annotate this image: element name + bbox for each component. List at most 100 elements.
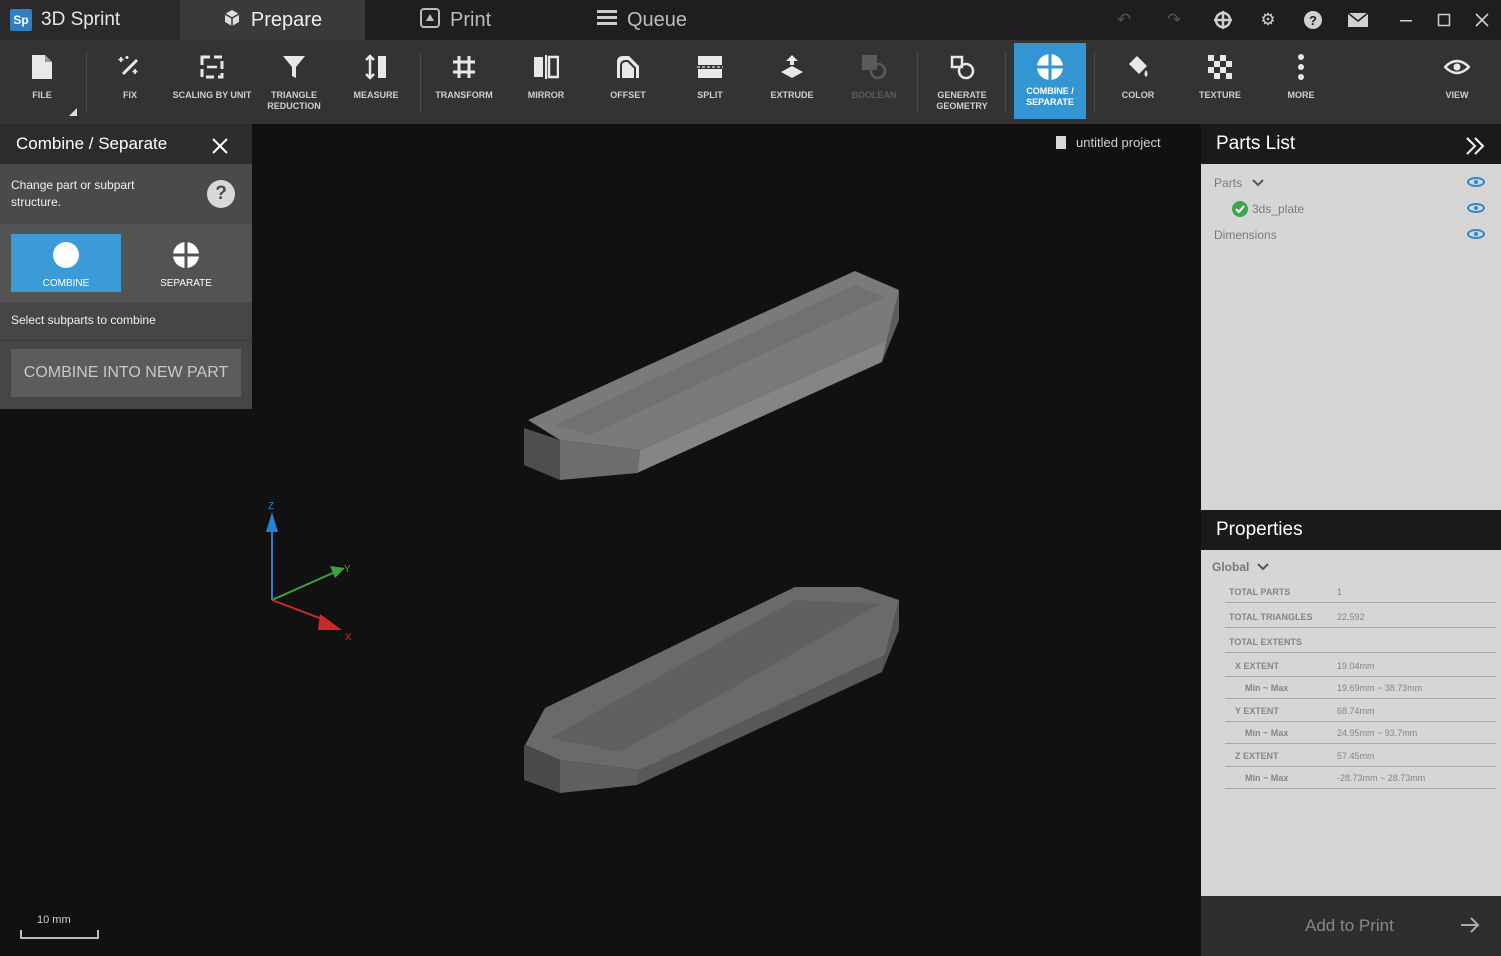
parts-group-toggle[interactable]: Parts bbox=[1214, 176, 1264, 190]
generate-geometry-icon bbox=[947, 52, 977, 82]
tool-triangle-reduction[interactable]: TRIANGLE REDUCTION bbox=[259, 40, 329, 124]
instruction-row: Select subparts to combine bbox=[0, 302, 252, 340]
parts-list: Parts 3ds_plate Dimensions bbox=[1201, 164, 1501, 510]
app-logo: Sp 3D Sprint bbox=[0, 0, 180, 40]
property-value: 19.04mm bbox=[1337, 661, 1375, 671]
crosshair-icon[interactable] bbox=[1211, 8, 1235, 32]
extrude-icon bbox=[777, 52, 807, 82]
viewport-3d[interactable]: Z Y X bbox=[252, 124, 1201, 956]
properties-title: Properties bbox=[1216, 519, 1303, 540]
redo-icon[interactable]: ↷ bbox=[1162, 8, 1186, 32]
property-value: 68.74mm bbox=[1337, 706, 1375, 716]
scale-icon bbox=[197, 52, 227, 82]
add-to-print-button[interactable]: Add to Print bbox=[1201, 896, 1501, 956]
property-key: X EXTENT bbox=[1235, 661, 1280, 671]
dimensions-visibility-eye-icon[interactable] bbox=[1467, 229, 1485, 239]
property-key: Min ~ Max bbox=[1245, 728, 1289, 738]
file-small-icon bbox=[1056, 136, 1066, 149]
panel-description-text: Change part or subpart structure. bbox=[11, 178, 135, 209]
close-icon[interactable] bbox=[210, 130, 230, 163]
property-row: Min ~ Max 24.95mm ~ 93.7mm bbox=[1225, 719, 1496, 744]
toolbar-divider bbox=[917, 52, 918, 112]
toolbar-divider bbox=[420, 52, 421, 112]
scope-label: Global bbox=[1212, 560, 1250, 574]
texture-icon bbox=[1205, 52, 1235, 82]
property-key: Y EXTENT bbox=[1235, 706, 1279, 716]
combine-mode-button[interactable]: COMBINE bbox=[11, 234, 121, 292]
tool-transform[interactable]: TRANSFORM bbox=[429, 40, 499, 124]
tab-print-label: Print bbox=[450, 8, 492, 31]
property-key: Min ~ Max bbox=[1245, 683, 1289, 693]
property-row: TOTAL TRIANGLES 22,592 bbox=[1225, 603, 1496, 628]
tool-fix-label: FIX bbox=[122, 90, 137, 100]
property-row: Min ~ Max 19.69mm ~ 38.73mm bbox=[1225, 674, 1496, 699]
eye-icon bbox=[1442, 52, 1472, 82]
printer-icon bbox=[420, 7, 440, 33]
dimensions-label[interactable]: Dimensions bbox=[1214, 228, 1277, 242]
tab-print[interactable]: Print bbox=[420, 0, 491, 40]
cube-icon bbox=[223, 9, 241, 32]
tool-more[interactable]: MORE bbox=[1266, 40, 1336, 124]
tool-texture[interactable]: TEXTURE bbox=[1185, 40, 1255, 124]
undo-icon[interactable]: ↶ bbox=[1112, 8, 1136, 32]
property-row: TOTAL PARTS 1 bbox=[1225, 578, 1496, 603]
tool-offset-label: OFFSET bbox=[610, 90, 646, 100]
tool-more-label: MORE bbox=[1287, 90, 1315, 100]
tool-measure[interactable]: MEASURE bbox=[341, 40, 411, 124]
chevron-down-icon bbox=[1257, 563, 1270, 571]
combine-into-new-part-button[interactable]: COMBINE INTO NEW PART bbox=[11, 349, 241, 397]
model-part-lower[interactable] bbox=[524, 587, 899, 793]
help-button[interactable]: ? bbox=[207, 180, 235, 208]
tool-extrude[interactable]: EXTRUDE bbox=[757, 40, 827, 124]
tool-split[interactable]: SPLIT bbox=[675, 40, 745, 124]
tool-file[interactable]: FILE bbox=[7, 40, 77, 124]
tool-view[interactable]: VIEW bbox=[1422, 40, 1492, 124]
tab-prepare[interactable]: Prepare bbox=[180, 0, 365, 40]
tool-generate-geometry[interactable]: GENERATE GEOMETRY bbox=[927, 40, 997, 124]
mail-icon[interactable] bbox=[1346, 8, 1370, 32]
help-icon[interactable]: ? bbox=[1301, 8, 1325, 32]
tool-view-label: VIEW bbox=[1445, 90, 1469, 100]
combine-mode-label: COMBINE bbox=[42, 278, 90, 289]
tool-mirror[interactable]: MIRROR bbox=[511, 40, 581, 124]
mirror-icon bbox=[531, 52, 561, 82]
parts-visibility-eye-icon[interactable] bbox=[1467, 177, 1485, 187]
separate-mode-button[interactable]: SEPARATE bbox=[131, 234, 241, 292]
tool-boolean[interactable]: BOOLEAN bbox=[839, 40, 909, 124]
transform-icon bbox=[449, 52, 479, 82]
scope-toggle[interactable]: Global bbox=[1212, 560, 1270, 574]
tool-scaling-label: SCALING BY UNIT bbox=[172, 90, 252, 100]
tool-scaling-by-unit[interactable]: SCALING BY UNIT bbox=[173, 40, 251, 124]
close-window-icon[interactable] bbox=[1470, 8, 1494, 32]
arrow-right-icon bbox=[1459, 910, 1481, 943]
tab-queue[interactable]: Queue bbox=[597, 0, 687, 40]
combine-circle-icon bbox=[53, 242, 79, 268]
double-chevron-right-icon[interactable] bbox=[1464, 130, 1486, 163]
tool-fix[interactable]: FIX bbox=[95, 40, 165, 124]
parts-list-title: Parts List bbox=[1216, 133, 1296, 154]
combine-icon bbox=[1035, 52, 1065, 82]
tool-measure-label: MEASURE bbox=[353, 90, 399, 100]
maximize-icon[interactable] bbox=[1432, 8, 1456, 32]
gear-icon[interactable]: ⚙ bbox=[1256, 8, 1280, 32]
scale-bar bbox=[20, 930, 99, 939]
minimize-icon[interactable] bbox=[1394, 8, 1418, 32]
tool-color[interactable]: COLOR bbox=[1103, 40, 1173, 124]
property-value: 22,592 bbox=[1337, 612, 1365, 622]
tool-offset[interactable]: OFFSET bbox=[593, 40, 663, 124]
part-item-3ds-plate[interactable]: 3ds_plate bbox=[1232, 201, 1304, 217]
tool-combine-separate[interactable]: COMBINE / SEPARATE bbox=[1014, 43, 1086, 119]
part-visibility-eye-icon[interactable] bbox=[1467, 203, 1485, 213]
project-name: untitled project bbox=[1056, 135, 1161, 150]
properties-header: Properties bbox=[1201, 510, 1501, 550]
add-to-print-label: Add to Print bbox=[1305, 916, 1394, 935]
more-vertical-icon bbox=[1286, 52, 1316, 82]
tool-generate-label: GENERATE GEOMETRY bbox=[936, 90, 988, 111]
model-part-upper[interactable] bbox=[524, 271, 899, 480]
toolbar-divider bbox=[86, 52, 87, 112]
split-icon bbox=[695, 52, 725, 82]
separate-circle-icon bbox=[173, 242, 199, 268]
part-name: 3ds_plate bbox=[1252, 202, 1305, 216]
app-logo-badge: Sp bbox=[10, 9, 32, 31]
property-value: 24.95mm ~ 93.7mm bbox=[1337, 728, 1418, 738]
